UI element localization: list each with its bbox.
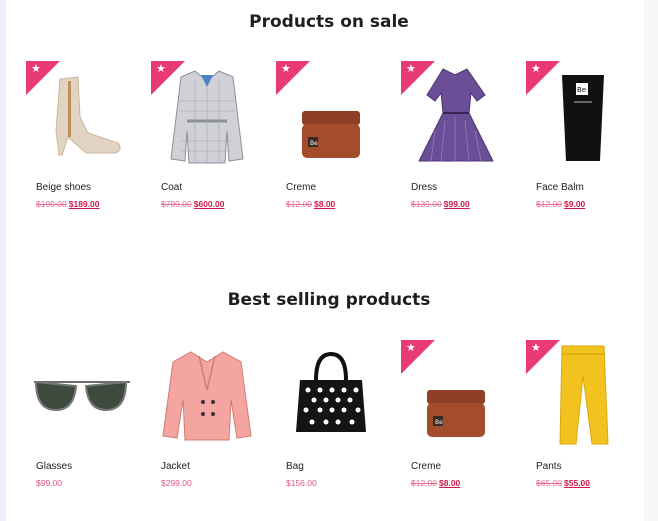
product-card-jacket[interactable]: Jacket $299.00 [151,340,261,488]
price: $156.00 [286,478,317,488]
sale-price: $99.00 [443,199,470,209]
star-icon: ★ [531,63,541,75]
right-edge-strip [644,0,658,521]
product-card-face-balm[interactable]: Be ★ Face Balm $12.00 $9.00 [526,61,636,209]
old-price: $799.00 [161,199,192,209]
product-name[interactable]: Pants [536,461,562,472]
product-price: $12.00 $8.00 [286,199,335,209]
product-name[interactable]: Glasses [36,461,72,472]
svg-text:Be: Be [577,86,586,94]
sale-price: $8.00 [314,199,336,209]
jacket-icon [162,351,252,441]
old-price: $12.00 [536,199,562,209]
sunglasses-icon [34,380,130,412]
product-card-bag[interactable]: Bag $156.00 [276,340,386,488]
product-image[interactable] [276,340,386,450]
product-price: $156.00 [286,478,317,488]
product-price: $99.00 [36,478,62,488]
star-icon: ★ [531,342,541,354]
sale-price: $8.00 [439,478,461,488]
product-price: $65.00 $55.00 [536,478,590,488]
left-edge-strip [0,0,6,521]
section-title-on-sale: Products on sale [249,12,409,32]
product-card-glasses[interactable]: Glasses $99.00 [26,340,136,488]
star-icon: ★ [406,63,416,75]
sale-price: $189.00 [68,199,100,209]
product-price: $139.00 $99.00 [411,199,470,209]
product-image[interactable] [151,340,261,450]
product-card-creme[interactable]: Be ★ Creme $12.00 $8.00 [276,61,386,209]
product-name[interactable]: Beige shoes [36,182,91,193]
old-price: $12.00 [286,199,312,209]
product-price: $12.00 $9.00 [536,199,585,209]
product-name[interactable]: Bag [286,461,304,472]
price: $99.00 [36,478,62,488]
star-icon: ★ [31,63,41,75]
handbag-icon [296,351,366,432]
product-name[interactable]: Dress [411,182,437,193]
star-icon: ★ [281,63,291,75]
product-card-coat[interactable]: ★ Coat $799.00 $600.00 [151,61,261,209]
sale-price: $600.00 [193,199,225,209]
sale-price: $9.00 [564,199,586,209]
section-title-best-selling: Best selling products [227,290,431,310]
price: $299.00 [161,478,192,488]
product-card-creme-2[interactable]: Be ★ Creme $12.00 $8.00 [401,340,511,488]
product-name[interactable]: Coat [161,182,182,193]
svg-text:Be: Be [310,140,318,147]
old-price: $12.00 [411,478,437,488]
product-name[interactable]: Creme [411,461,441,472]
old-price: $139.00 [411,199,442,209]
product-image[interactable] [26,340,136,450]
product-price: $12.00 $8.00 [411,478,460,488]
product-card-dress[interactable]: ★ Dress $139.00 $99.00 [401,61,511,209]
product-price: $199.00 $189.00 [36,199,99,209]
svg-text:Be: Be [435,419,443,426]
star-icon: ★ [406,342,416,354]
product-name[interactable]: Jacket [161,461,190,472]
sale-price: $55.00 [564,478,590,488]
product-name[interactable]: Face Balm [536,182,584,193]
product-name[interactable]: Creme [286,182,316,193]
star-icon: ★ [156,63,166,75]
product-card-pants[interactable]: ★ Pants $65.00 $55.00 [526,340,636,488]
old-price: $199.00 [36,199,67,209]
product-price: $799.00 $600.00 [161,199,224,209]
product-card-beige-shoes[interactable]: ★ Beige shoes $199.00 $189.00 [26,61,136,209]
old-price: $65.00 [536,478,562,488]
product-price: $299.00 [161,478,192,488]
